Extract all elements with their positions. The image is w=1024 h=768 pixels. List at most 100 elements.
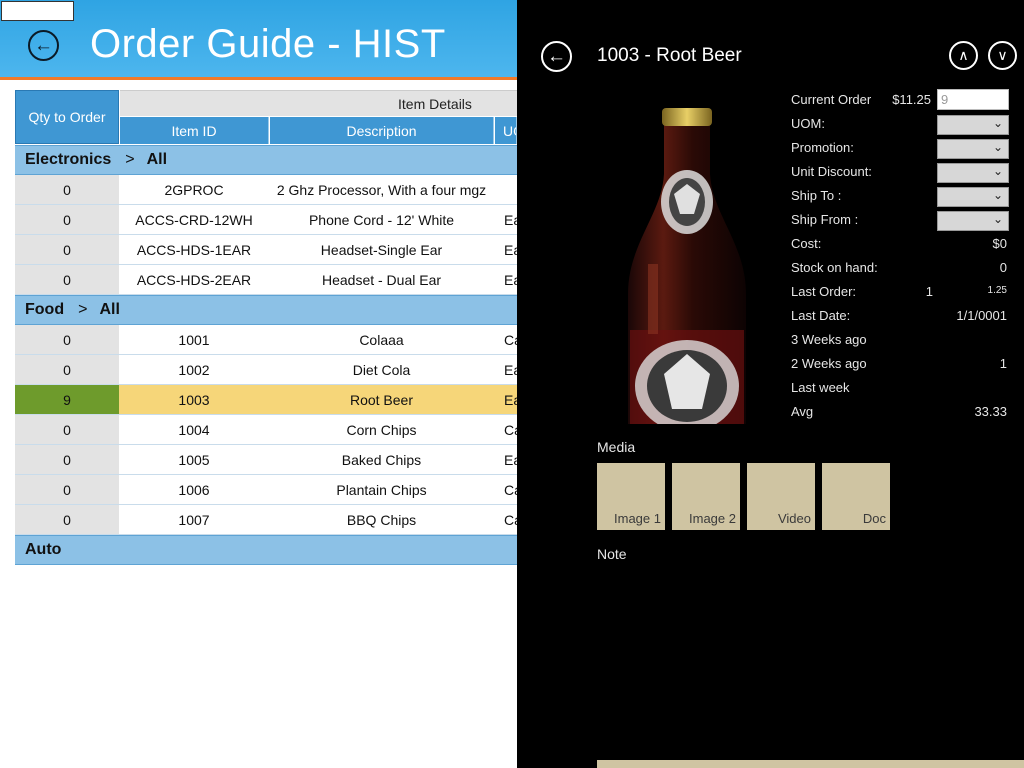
ship-to-label: Ship To : xyxy=(791,188,842,203)
ship-from-label: Ship From : xyxy=(791,212,859,227)
qty-cell[interactable]: 0 xyxy=(15,175,119,204)
group-row[interactable]: Auto xyxy=(15,535,517,565)
table-row[interactable]: 0ACCS-HDS-1EARHeadset-Single EarEa xyxy=(15,235,517,265)
table-row[interactable]: 91003Root BeerEa xyxy=(15,385,517,415)
media-tile-video[interactable]: Video xyxy=(747,463,815,530)
uom-cell: Ea xyxy=(494,445,517,474)
media-tile-image-2[interactable]: Image 2 xyxy=(672,463,740,530)
group-separator: > xyxy=(125,151,135,168)
two-weeks-ago-value: 1 xyxy=(999,356,1007,371)
column-header-description[interactable]: Description xyxy=(270,117,494,144)
group-name: Food xyxy=(25,301,65,318)
current-order-price: $11.25 xyxy=(892,92,931,107)
promotion-select[interactable]: ⌄ xyxy=(937,139,1009,159)
group-name: Electronics xyxy=(25,151,112,168)
media-tile-image-1[interactable]: Image 1 xyxy=(597,463,665,530)
qty-cell[interactable]: 9 xyxy=(15,385,119,414)
average-label: Avg xyxy=(791,404,814,419)
table-row[interactable]: 01002Diet ColaEa xyxy=(15,355,517,385)
qty-cell[interactable]: 0 xyxy=(15,475,119,504)
uom-cell: Ea xyxy=(494,235,517,264)
uom-label: UOM: xyxy=(791,116,825,131)
group-filter: All xyxy=(146,151,168,168)
uom-cell: Ca xyxy=(494,415,517,444)
product-image xyxy=(628,108,746,424)
group-separator: > xyxy=(78,301,88,318)
current-order-label: Current Order xyxy=(791,92,872,107)
item-id-cell: 2GPROC xyxy=(119,175,269,204)
flyout-back-arrow-icon[interactable]: ← xyxy=(541,41,572,72)
uom-cell xyxy=(494,175,517,204)
description-cell: Baked Chips xyxy=(269,445,494,474)
media-tile-doc[interactable]: Doc xyxy=(822,463,890,530)
table-row[interactable]: 01001ColaaaCa xyxy=(15,325,517,355)
last-date-label: Last Date: xyxy=(791,308,851,323)
table-row[interactable]: 0ACCS-HDS-2EARHeadset - Dual EarEa xyxy=(15,265,517,295)
item-id-cell: 1007 xyxy=(119,505,269,534)
current-order-qty-input[interactable]: 9 xyxy=(937,89,1009,110)
qty-cell[interactable]: 0 xyxy=(15,415,119,444)
table-row[interactable]: 01007BBQ ChipsCa xyxy=(15,505,517,535)
chevron-down-icon: ⌄ xyxy=(992,212,1003,226)
uom-cell: Ea xyxy=(494,205,517,234)
cost-label: Cost: xyxy=(791,236,822,251)
column-header-item-id[interactable]: Item ID xyxy=(120,117,269,144)
note-input[interactable] xyxy=(597,760,1024,768)
last-date-value: 1/1/0001 xyxy=(956,308,1007,323)
chevron-down-icon[interactable]: ∨ xyxy=(988,41,1017,70)
app-root: ← Order Guide - HIST Qty to Order Item D… xyxy=(0,0,1024,768)
media-label: Media xyxy=(597,439,636,455)
back-arrow-icon[interactable]: ← xyxy=(28,30,59,61)
ship-from-select[interactable]: ⌄ xyxy=(937,211,1009,231)
table-row[interactable]: 01004Corn ChipsCa xyxy=(15,415,517,445)
item-id-cell: ACCS-HDS-1EAR xyxy=(119,235,269,264)
chevron-up-icon[interactable]: ∧ xyxy=(949,41,978,70)
cost-value: $0 xyxy=(992,236,1007,251)
description-cell: Corn Chips xyxy=(269,415,494,444)
qty-cell[interactable]: 0 xyxy=(15,325,119,354)
unit-discount-label: Unit Discount: xyxy=(791,164,872,179)
promotion-label: Promotion: xyxy=(791,140,854,155)
group-name: Auto xyxy=(25,541,62,558)
uom-select[interactable]: ⌄ xyxy=(937,115,1009,135)
chevron-down-icon: ⌄ xyxy=(992,116,1003,130)
qty-to-order-header[interactable]: Qty to Order xyxy=(15,90,119,144)
last-order-qty: 1 xyxy=(925,284,933,299)
item-id-cell: 1003 xyxy=(119,385,269,414)
qty-cell[interactable]: 0 xyxy=(15,265,119,294)
qty-cell[interactable]: 0 xyxy=(15,505,119,534)
qty-cell[interactable]: 0 xyxy=(15,445,119,474)
qty-cell[interactable]: 0 xyxy=(15,235,119,264)
qty-cell[interactable]: 0 xyxy=(15,205,119,234)
stock-on-hand-label: Stock on hand: xyxy=(791,260,878,275)
table-row[interactable]: 0 2GPROC 2 Ghz Processor, With a four mgz xyxy=(15,175,517,205)
uom-cell: Ea xyxy=(494,385,517,414)
uom-cell: Ea xyxy=(494,355,517,384)
description-cell: Plantain Chips xyxy=(269,475,494,504)
qty-cell[interactable]: 0 xyxy=(15,355,119,384)
description-cell: 2 Ghz Processor, With a four mgz xyxy=(269,175,494,204)
unit-discount-select[interactable]: ⌄ xyxy=(937,163,1009,183)
three-weeks-ago-label: 3 Weeks ago xyxy=(791,332,867,347)
description-cell: Root Beer xyxy=(269,385,494,414)
title-bar-box xyxy=(1,1,74,21)
item-id-cell: 1005 xyxy=(119,445,269,474)
item-id-cell: 1001 xyxy=(119,325,269,354)
item-detail-flyout: ← 1003 - Root Beer ∧ ∨ Current Order $11… xyxy=(517,0,1024,768)
group-row[interactable]: Food > All xyxy=(15,295,517,325)
table-row[interactable]: 01005Baked ChipsEa xyxy=(15,445,517,475)
item-id-cell: ACCS-HDS-2EAR xyxy=(119,265,269,294)
table-row[interactable]: 01006Plantain ChipsCa xyxy=(15,475,517,505)
uom-cell: Ca xyxy=(494,505,517,534)
chevron-down-icon: ⌄ xyxy=(992,140,1003,154)
description-cell: Diet Cola xyxy=(269,355,494,384)
ship-to-select[interactable]: ⌄ xyxy=(937,187,1009,207)
group-row[interactable]: Electronics > All xyxy=(15,145,517,175)
uom-cell: Ca xyxy=(494,325,517,354)
table-row[interactable]: 0ACCS-CRD-12WHPhone Cord - 12' WhiteEa xyxy=(15,205,517,235)
last-week-label: Last week xyxy=(791,380,850,395)
item-id-cell: 1006 xyxy=(119,475,269,504)
column-header-uom[interactable]: UOM xyxy=(495,117,517,144)
description-cell: Colaaa xyxy=(269,325,494,354)
average-value: 33.33 xyxy=(974,404,1007,419)
